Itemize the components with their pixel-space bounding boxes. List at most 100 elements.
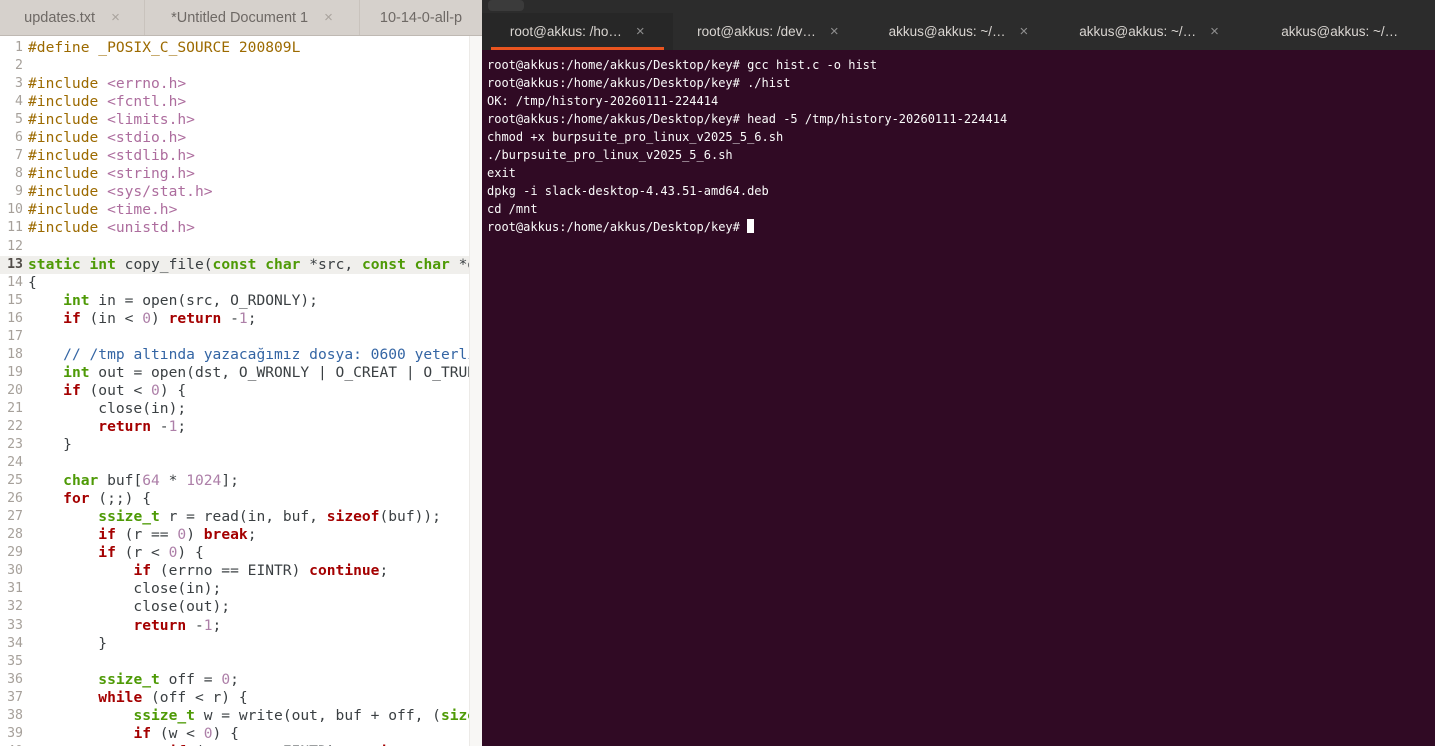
code-token: r = read(in, buf,: [160, 508, 327, 525]
code-token: 0: [221, 671, 230, 688]
code-token: static: [28, 256, 81, 273]
code-line: 38 ssize_t w = write(out, buf + off, (si…: [0, 707, 482, 725]
line-content: #include <limits.h>: [25, 111, 482, 129]
line-content: close(in);: [25, 400, 482, 418]
tab-close-icon[interactable]: ×: [830, 24, 839, 39]
line-number: 24: [0, 454, 25, 472]
code-token: -: [151, 418, 169, 435]
tab-close-icon[interactable]: ×: [636, 24, 645, 39]
terminal-line: root@akkus:/home/akkus/Desktop/key#: [487, 218, 1435, 236]
code-token: ;: [248, 310, 257, 327]
code-line: 21 close(in);: [0, 400, 482, 418]
terminal-tab-label: akkus@akkus: ~/…: [1281, 24, 1398, 39]
code-line: 25 char buf[64 * 1024];: [0, 472, 482, 490]
line-content: if (r == 0) break;: [25, 526, 482, 544]
line-content: if (out < 0) {: [25, 382, 482, 400]
line-content: if (w < 0) {: [25, 725, 482, 743]
editor-code-area[interactable]: 1#define _POSIX_C_SOURCE 200809L23#inclu…: [0, 36, 482, 746]
code-line: 31 close(in);: [0, 580, 482, 598]
code-line: 39 if (w < 0) {: [0, 725, 482, 743]
code-line: 22 return -1;: [0, 418, 482, 436]
code-token: ssize_t: [98, 671, 160, 688]
editor-scrollbar[interactable]: [469, 36, 482, 746]
code-line: 36 ssize_t off = 0;: [0, 671, 482, 689]
code-token: [28, 544, 98, 561]
code-token: in = open(src, O_RDONLY);: [90, 292, 318, 309]
code-line: 18 // /tmp altında yazacağımız dosya: 06…: [0, 346, 482, 364]
tab-close-icon[interactable]: ×: [1210, 24, 1219, 39]
terminal-line: root@akkus:/home/akkus/Desktop/key# gcc …: [487, 56, 1435, 74]
terminal-tab-3[interactable]: akkus@akkus: ~/…×: [863, 13, 1054, 50]
line-number: 27: [0, 508, 25, 526]
code-token: [28, 292, 63, 309]
code-token: char: [265, 256, 300, 273]
editor-tab-label: updates.txt: [24, 10, 95, 26]
code-token: <time.h>: [107, 201, 177, 218]
terminal-tab-2[interactable]: root@akkus: /dev…×: [673, 13, 864, 50]
editor-tab-2[interactable]: *Untitled Document 1×: [145, 0, 360, 35]
line-number: 7: [0, 147, 25, 165]
code-token: [28, 490, 63, 507]
line-content: return -1;: [25, 617, 482, 635]
line-number: 6: [0, 129, 25, 147]
terminal-line: OK: /tmp/history-20260111-224414: [487, 92, 1435, 110]
line-number: 38: [0, 707, 25, 725]
code-line: 11#include <unistd.h>: [0, 219, 482, 237]
line-number: 10: [0, 201, 25, 219]
code-token: [28, 671, 98, 688]
code-token: if: [98, 526, 116, 543]
line-number: 5: [0, 111, 25, 129]
line-content: #include <errno.h>: [25, 75, 482, 93]
terminal-text: chmod +x burpsuite_pro_linux_v2025_5_6.s…: [487, 130, 783, 144]
terminal-tab-5[interactable]: akkus@akkus: ~/…: [1244, 13, 1435, 50]
code-token: <string.h>: [107, 165, 195, 182]
code-token: 0: [142, 310, 151, 327]
line-content: }: [25, 635, 482, 653]
line-number: 36: [0, 671, 25, 689]
code-token: ) {: [213, 725, 239, 742]
code-token: break: [204, 526, 248, 543]
line-content: char buf[64 * 1024];: [25, 472, 482, 490]
line-content: ssize_t r = read(in, buf, sizeof(buf));: [25, 508, 482, 526]
code-line: 27 ssize_t r = read(in, buf, sizeof(buf)…: [0, 508, 482, 526]
tab-close-icon[interactable]: ×: [111, 10, 120, 25]
code-token: -: [221, 310, 239, 327]
code-token: #include: [28, 147, 107, 164]
code-token: 0: [204, 725, 213, 742]
code-token: (;;) {: [90, 490, 152, 507]
code-token: <errno.h>: [107, 75, 186, 92]
line-number: 39: [0, 725, 25, 743]
line-content: #include <stdio.h>: [25, 129, 482, 147]
line-content: [25, 57, 482, 75]
code-token: const: [213, 256, 257, 273]
terminal-line: root@akkus:/home/akkus/Desktop/key# head…: [487, 110, 1435, 128]
code-token: (errno == EINTR): [151, 562, 309, 579]
terminal-screen[interactable]: root@akkus:/home/akkus/Desktop/key# gcc …: [482, 50, 1435, 746]
code-line: 1#define _POSIX_C_SOURCE 200809L: [0, 39, 482, 57]
code-token: [28, 364, 63, 381]
line-number: 20: [0, 382, 25, 400]
code-token: *: [160, 472, 186, 489]
tab-close-icon[interactable]: ×: [324, 10, 333, 25]
code-token: [28, 310, 63, 327]
code-line: 19 int out = open(dst, O_WRONLY | O_CREA…: [0, 364, 482, 382]
code-token: 1: [239, 310, 248, 327]
code-token: [81, 256, 90, 273]
terminal-tab-1[interactable]: root@akkus: /ho…×: [482, 13, 673, 50]
line-number: 35: [0, 653, 25, 671]
editor-tab-1[interactable]: updates.txt ×: [0, 0, 145, 35]
terminal-tab-4[interactable]: akkus@akkus: ~/…×: [1054, 13, 1245, 50]
code-token: (out <: [81, 382, 151, 399]
line-number: 28: [0, 526, 25, 544]
code-token: buf[: [98, 472, 142, 489]
code-token: [28, 725, 133, 742]
code-token: (w <: [151, 725, 204, 742]
tab-close-icon[interactable]: ×: [1020, 24, 1029, 39]
code-token: ;: [213, 617, 222, 634]
editor-tab-3[interactable]: 10-14-0-all-p: [360, 0, 482, 35]
code-token: {: [28, 274, 37, 291]
terminal-text: cd /mnt: [487, 202, 538, 216]
terminal-text: ./burpsuite_pro_linux_v2025_5_6.sh: [487, 148, 733, 162]
terminal-text: root@akkus:/home/akkus/Desktop/key# head…: [487, 112, 1007, 126]
line-number: 37: [0, 689, 25, 707]
